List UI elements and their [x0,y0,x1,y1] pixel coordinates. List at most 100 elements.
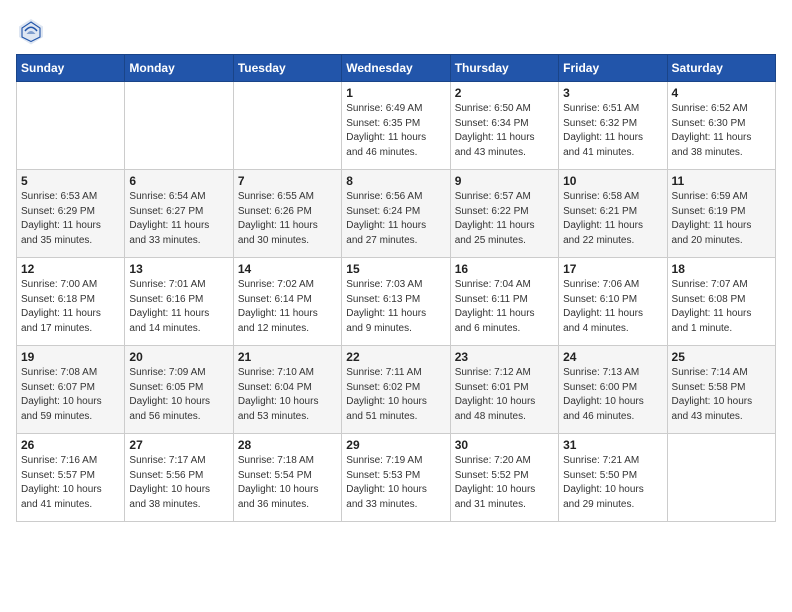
column-header-thursday: Thursday [450,55,558,82]
day-info: Sunrise: 7:07 AM Sunset: 6:08 PM Dayligh… [672,278,771,336]
calendar-cell: 19 Sunrise: 7:08 AM Sunset: 6:07 PM Dayli… [17,346,125,434]
day-number: 21 [238,350,337,364]
calendar-cell: 15 Sunrise: 7:03 AM Sunset: 6:13 PM Dayli… [342,258,450,346]
day-info: Sunrise: 7:03 AM Sunset: 6:13 PM Dayligh… [346,278,445,336]
day-number: 4 [672,86,771,100]
column-header-friday: Friday [559,55,667,82]
day-number: 11 [672,174,771,188]
day-number: 29 [346,438,445,452]
day-number: 5 [21,174,120,188]
calendar-cell: 25 Sunrise: 7:14 AM Sunset: 5:58 PM Dayli… [667,346,775,434]
calendar-cell: 9Sunrise: 6:57 AM Sunset: 6:22 PM Daylig… [450,170,558,258]
day-number: 27 [129,438,228,452]
week-row-2: 5 Sunrise: 6:53 AM Sunset: 6:29 PM Daylig… [17,170,776,258]
calendar-cell: 18 Sunrise: 7:07 AM Sunset: 6:08 PM Dayli… [667,258,775,346]
column-header-tuesday: Tuesday [233,55,341,82]
calendar-cell: 30Sunrise: 7:20 AM Sunset: 5:52 PM Dayli… [450,434,558,522]
calendar-cell: 8 Sunrise: 6:56 AM Sunset: 6:24 PM Daylig… [342,170,450,258]
day-info: Sunrise: 7:06 AM Sunset: 6:10 PM Dayligh… [563,278,662,336]
day-info: Sunrise: 7:08 AM Sunset: 6:07 PM Dayligh… [21,366,120,424]
day-info: Sunrise: 7:14 AM Sunset: 5:58 PM Dayligh… [672,366,771,424]
day-info: Sunrise: 7:00 AM Sunset: 6:18 PM Dayligh… [21,278,120,336]
calendar-cell: 26 Sunrise: 7:16 AM Sunset: 5:57 PM Dayli… [17,434,125,522]
column-header-monday: Monday [125,55,233,82]
calendar-cell: 21Sunrise: 7:10 AM Sunset: 6:04 PM Dayli… [233,346,341,434]
calendar-cell: 17 Sunrise: 7:06 AM Sunset: 6:10 PM Dayli… [559,258,667,346]
calendar-cell: 4Sunrise: 6:52 AM Sunset: 6:30 PM Daylig… [667,82,775,170]
day-number: 16 [455,262,554,276]
day-number: 15 [346,262,445,276]
calendar-cell: 14 Sunrise: 7:02 AM Sunset: 6:14 PM Dayli… [233,258,341,346]
day-number: 22 [346,350,445,364]
day-info: Sunrise: 7:09 AM Sunset: 6:05 PM Dayligh… [129,366,228,424]
calendar-cell: 3 Sunrise: 6:51 AM Sunset: 6:32 PM Daylig… [559,82,667,170]
week-row-1: 1Sunrise: 6:49 AM Sunset: 6:35 PM Daylig… [17,82,776,170]
day-number: 10 [563,174,662,188]
day-number: 14 [238,262,337,276]
column-header-wednesday: Wednesday [342,55,450,82]
day-info: Sunrise: 6:58 AM Sunset: 6:21 PM Dayligh… [563,190,662,248]
day-info: Sunrise: 6:57 AM Sunset: 6:22 PM Dayligh… [455,190,554,248]
column-header-saturday: Saturday [667,55,775,82]
day-info: Sunrise: 7:02 AM Sunset: 6:14 PM Dayligh… [238,278,337,336]
day-info: Sunrise: 7:13 AM Sunset: 6:00 PM Dayligh… [563,366,662,424]
day-info: Sunrise: 6:53 AM Sunset: 6:29 PM Dayligh… [21,190,120,248]
day-info: Sunrise: 6:51 AM Sunset: 6:32 PM Dayligh… [563,102,662,160]
day-number: 6 [129,174,228,188]
day-info: Sunrise: 7:21 AM Sunset: 5:50 PM Dayligh… [563,454,662,512]
day-info: Sunrise: 7:16 AM Sunset: 5:57 PM Dayligh… [21,454,120,512]
calendar-cell [17,82,125,170]
day-number: 3 [563,86,662,100]
week-row-5: 26 Sunrise: 7:16 AM Sunset: 5:57 PM Dayli… [17,434,776,522]
day-number: 12 [21,262,120,276]
day-number: 31 [563,438,662,452]
calendar-cell: 10 Sunrise: 6:58 AM Sunset: 6:21 PM Dayli… [559,170,667,258]
week-row-3: 12 Sunrise: 7:00 AM Sunset: 6:18 PM Dayli… [17,258,776,346]
calendar-cell: 16 Sunrise: 7:04 AM Sunset: 6:11 PM Dayli… [450,258,558,346]
column-header-sunday: Sunday [17,55,125,82]
calendar-cell: 2 Sunrise: 6:50 AM Sunset: 6:34 PM Daylig… [450,82,558,170]
day-info: Sunrise: 7:11 AM Sunset: 6:02 PM Dayligh… [346,366,445,424]
day-info: Sunrise: 6:59 AM Sunset: 6:19 PM Dayligh… [672,190,771,248]
calendar-cell: 31 Sunrise: 7:21 AM Sunset: 5:50 PM Dayli… [559,434,667,522]
calendar-cell: 27 Sunrise: 7:17 AM Sunset: 5:56 PM Dayli… [125,434,233,522]
calendar-cell: 28 Sunrise: 7:18 AM Sunset: 5:54 PM Dayli… [233,434,341,522]
day-number: 13 [129,262,228,276]
calendar-cell: 22 Sunrise: 7:11 AM Sunset: 6:02 PM Dayli… [342,346,450,434]
day-number: 20 [129,350,228,364]
day-number: 28 [238,438,337,452]
calendar-cell: 20 Sunrise: 7:09 AM Sunset: 6:05 PM Dayli… [125,346,233,434]
calendar-cell: 1Sunrise: 6:49 AM Sunset: 6:35 PM Daylig… [342,82,450,170]
day-info: Sunrise: 6:54 AM Sunset: 6:27 PM Dayligh… [129,190,228,248]
day-number: 23 [455,350,554,364]
calendar-cell: 29 Sunrise: 7:19 AM Sunset: 5:53 PM Dayli… [342,434,450,522]
calendar-cell: 24 Sunrise: 7:13 AM Sunset: 6:00 PM Dayli… [559,346,667,434]
day-info: Sunrise: 7:19 AM Sunset: 5:53 PM Dayligh… [346,454,445,512]
day-number: 24 [563,350,662,364]
calendar-cell [233,82,341,170]
header-row: SundayMondayTuesdayWednesdayThursdayFrid… [17,55,776,82]
day-info: Sunrise: 6:56 AM Sunset: 6:24 PM Dayligh… [346,190,445,248]
calendar-cell: 11 Sunrise: 6:59 AM Sunset: 6:19 PM Dayli… [667,170,775,258]
day-info: Sunrise: 7:04 AM Sunset: 6:11 PM Dayligh… [455,278,554,336]
day-number: 7 [238,174,337,188]
calendar-cell: 5 Sunrise: 6:53 AM Sunset: 6:29 PM Daylig… [17,170,125,258]
day-info: Sunrise: 7:17 AM Sunset: 5:56 PM Dayligh… [129,454,228,512]
day-info: Sunrise: 7:18 AM Sunset: 5:54 PM Dayligh… [238,454,337,512]
calendar-cell: 6 Sunrise: 6:54 AM Sunset: 6:27 PM Daylig… [125,170,233,258]
logo-icon [16,16,46,46]
calendar-cell: 13 Sunrise: 7:01 AM Sunset: 6:16 PM Dayli… [125,258,233,346]
calendar-cell [125,82,233,170]
day-number: 8 [346,174,445,188]
day-info: Sunrise: 6:50 AM Sunset: 6:34 PM Dayligh… [455,102,554,160]
day-number: 2 [455,86,554,100]
day-info: Sunrise: 7:01 AM Sunset: 6:16 PM Dayligh… [129,278,228,336]
calendar-table: SundayMondayTuesdayWednesdayThursdayFrid… [16,54,776,522]
day-number: 26 [21,438,120,452]
calendar-cell: 7Sunrise: 6:55 AM Sunset: 6:26 PM Daylig… [233,170,341,258]
day-number: 17 [563,262,662,276]
day-number: 19 [21,350,120,364]
day-number: 25 [672,350,771,364]
logo [16,16,50,46]
day-number: 18 [672,262,771,276]
